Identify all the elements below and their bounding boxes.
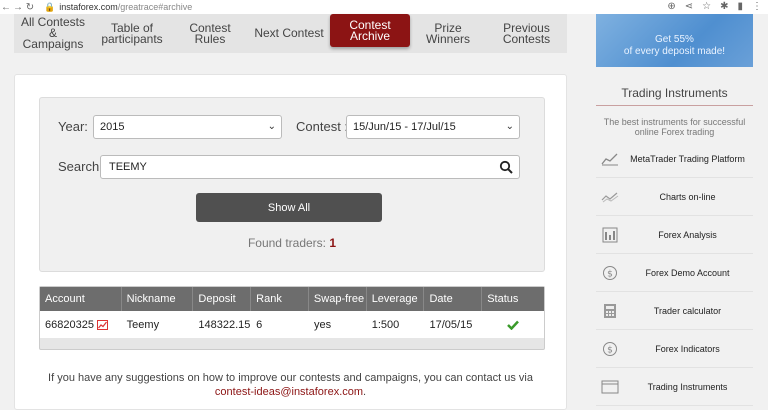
- search-form: Year: 2015 ⌄ Contest : 15/Jun/15 - 17/Ju…: [39, 97, 545, 272]
- col-date[interactable]: Date: [424, 287, 483, 311]
- sidebar-item-label: Trader calculator: [653, 305, 722, 316]
- status-cell: [482, 311, 544, 338]
- sidebar-item-calculator[interactable]: Trader calculator: [596, 292, 753, 330]
- archive-panel: Year: 2015 ⌄ Contest : 15/Jun/15 - 17/Ju…: [14, 74, 567, 410]
- url-host: instaforex.com: [59, 2, 118, 12]
- tab-contest-archive[interactable]: Contest Archive: [330, 14, 410, 47]
- reload-icon[interactable]: ↻: [24, 2, 36, 13]
- sidebar-item-instruments[interactable]: Trading Instruments: [596, 368, 753, 406]
- sidebar: Trading Instruments The best instruments…: [596, 80, 753, 410]
- sidebar-title: Trading Instruments: [596, 80, 753, 106]
- account-chart-icon[interactable]: [96, 319, 108, 330]
- account-number: 66820325: [45, 318, 94, 331]
- found-count: 1: [329, 236, 337, 250]
- svg-text:$: $: [607, 269, 613, 279]
- note-end: .: [363, 386, 367, 398]
- instruments-icon: [598, 377, 622, 397]
- year-value: 2015: [100, 121, 125, 133]
- year-label: Year:: [58, 119, 88, 134]
- forward-icon[interactable]: →: [12, 2, 24, 13]
- lock-icon: 🔒: [44, 1, 56, 12]
- platform-icon: [598, 149, 622, 169]
- col-leverage[interactable]: Leverage: [367, 287, 425, 311]
- contest-value: 15/Jun/15 - 17/Jul/15: [353, 121, 456, 133]
- star-icon[interactable]: ☆: [702, 1, 711, 12]
- banner-line1: Get 55%: [655, 34, 694, 45]
- sidebar-subtitle: The best instruments for successful onli…: [603, 117, 746, 137]
- tab-previous-contests[interactable]: Previous Contests: [486, 14, 567, 53]
- found-traders: Found traders: 1: [40, 236, 544, 250]
- suggestion-note: If you have any suggestions on how to im…: [15, 371, 566, 399]
- menu-icon[interactable]: ⋮: [752, 1, 762, 12]
- svg-text:$: $: [607, 345, 613, 355]
- calculator-icon: [598, 301, 622, 321]
- tab-prize-winners[interactable]: Prize Winners: [410, 14, 486, 53]
- chevron-down-icon: ⌄: [505, 121, 514, 132]
- search-input[interactable]: TEEMY: [100, 155, 520, 179]
- sidebar-item-demo[interactable]: $ Forex Demo Account: [596, 254, 753, 292]
- address-bar[interactable]: 🔒 instaforex.com/greatrace#archive: [44, 2, 192, 13]
- tab-table-participants[interactable]: Table of participants: [92, 14, 172, 53]
- url-path: /greatrace#archive: [117, 2, 193, 12]
- sidebar-item-indicators[interactable]: $ Forex Indicators: [596, 330, 753, 368]
- col-nickname[interactable]: Nickname: [122, 287, 194, 311]
- search-label: Search: [58, 159, 100, 174]
- contest-tabs: All Contests & Campaigns Table of partic…: [14, 14, 567, 53]
- tab-contest-rules[interactable]: Contest Rules: [172, 14, 248, 53]
- chevron-down-icon: ⌄: [267, 121, 276, 132]
- promo-banner[interactable]: Get 55% of every deposit made!: [596, 14, 753, 67]
- tab-all-contests[interactable]: All Contests & Campaigns: [14, 14, 92, 53]
- date-cell: 17/05/15: [429, 318, 473, 331]
- rank-cell: 6: [256, 318, 263, 331]
- tab-next-contest[interactable]: Next Contest: [248, 14, 330, 53]
- sidebar-item-charts[interactable]: Charts on-line: [596, 178, 753, 216]
- col-account[interactable]: Account: [40, 287, 122, 311]
- browser-toolbar: ← → ↻ 🔒 instaforex.com/greatrace#archive…: [0, 0, 768, 14]
- sidebar-item-label: Trading Instruments: [647, 381, 728, 392]
- sidebar-item-analysis[interactable]: Forex Analysis: [596, 216, 753, 254]
- share-icon[interactable]: ⋖: [685, 1, 693, 12]
- swap-free-cell: yes: [313, 318, 332, 331]
- banner-line2: of every deposit made!: [623, 46, 726, 57]
- found-label: Found traders:: [247, 236, 326, 250]
- table-row[interactable]: 66820325 Teemy 148322.15 6 yes 1:500 17/…: [40, 311, 544, 338]
- sidebar-item-label: Forex Demo Account: [645, 267, 730, 278]
- contest-select[interactable]: 15/Jun/15 - 17/Jul/15 ⌄: [346, 115, 520, 139]
- zoom-icon[interactable]: ⊕: [667, 1, 675, 12]
- analysis-icon: [598, 225, 622, 245]
- sidebar-item-label: Charts on-line: [659, 191, 716, 202]
- sidebar-item-label: Forex Analysis: [658, 229, 717, 240]
- col-swap-free[interactable]: Swap-free: [309, 287, 367, 311]
- contact-email-link[interactable]: contest-ideas@instaforex.com: [215, 386, 363, 398]
- account-cell: 66820325: [40, 311, 122, 338]
- chart-line-icon: [598, 187, 622, 207]
- contest-label: Contest :: [296, 119, 349, 134]
- search-icon[interactable]: [499, 160, 513, 174]
- indicators-icon: $: [598, 339, 622, 359]
- year-select[interactable]: 2015 ⌄: [93, 115, 282, 139]
- sidebar-item-metatrader[interactable]: MetaTrader Trading Platform: [596, 140, 753, 178]
- results-table: Account Nickname Deposit Rank Swap-free …: [39, 286, 545, 350]
- checkmark-icon: [507, 320, 520, 330]
- search-value: TEEMY: [109, 161, 147, 173]
- nickname-cell: Teemy: [126, 318, 160, 331]
- back-icon[interactable]: ←: [0, 2, 12, 13]
- col-rank[interactable]: Rank: [251, 287, 309, 311]
- table-header: Account Nickname Deposit Rank Swap-free …: [40, 287, 544, 311]
- note-text: If you have any suggestions on how to im…: [48, 372, 533, 384]
- sidepanel-icon[interactable]: ▮: [737, 1, 743, 12]
- show-all-button[interactable]: Show All: [196, 193, 382, 222]
- sidebar-item-label: Forex Indicators: [655, 343, 720, 354]
- col-status[interactable]: Status: [482, 287, 544, 311]
- extensions-icon[interactable]: ✱: [720, 1, 728, 12]
- leverage-cell: 1:500: [371, 318, 400, 331]
- deposit-cell: 148322.15: [198, 318, 251, 331]
- demo-account-icon: $: [598, 263, 622, 283]
- col-deposit[interactable]: Deposit: [193, 287, 252, 311]
- sidebar-item-label: MetaTrader Trading Platform: [630, 153, 745, 164]
